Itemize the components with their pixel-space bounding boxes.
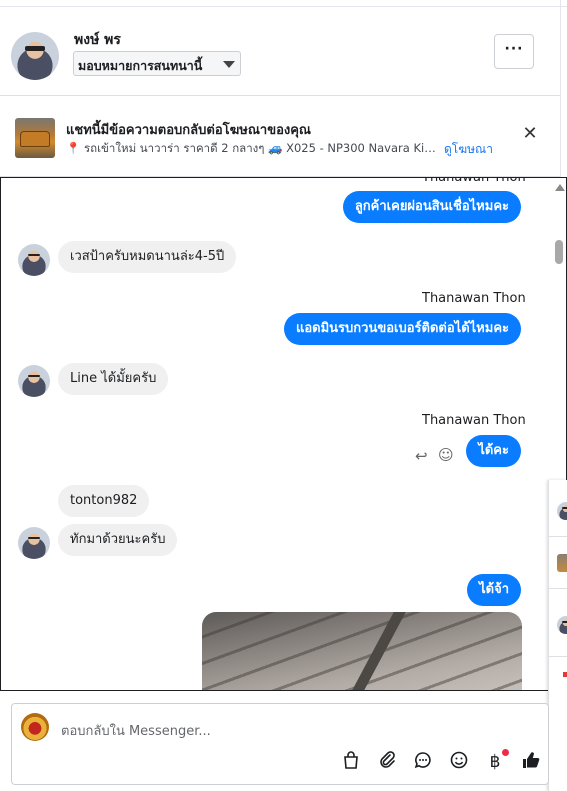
close-icon[interactable]: ✕ [520,124,540,144]
reply-icon[interactable]: ↩ [415,447,428,465]
message-bubble-outgoing[interactable]: แอดมินรบกวนขอเบอร์ติดต่อได้ไหมคะ [283,313,521,345]
divider [549,536,567,537]
thumbs-up-icon[interactable] [520,751,542,773]
message-bubble-incoming[interactable]: tonton982 [58,485,150,517]
conversation-header: พงษ์ พร มอบหมายการสนทนานี้ ··· [0,8,560,96]
photo-attachment[interactable] [202,612,522,690]
message-bubble-incoming[interactable]: ทักมาด้วยนะครับ [58,524,178,556]
sender-name: Thanawan Thon [422,291,526,306]
smiley-icon[interactable]: ☺ [438,446,454,464]
bag-icon[interactable] [340,751,362,773]
contact-avatar [18,527,50,559]
message-bubble-outgoing[interactable]: ได้จ้า [467,574,521,606]
message-composer: ตอบกลับใน Messenger... ฿ [11,703,549,785]
sender-name: Thanawan Thon [422,413,526,428]
divider [549,588,567,589]
scrollbar-thumb[interactable] [555,240,563,264]
scroll-up-arrow-icon[interactable] [555,184,565,191]
alert-marker-icon [563,672,567,677]
side-chat-panel [548,480,567,791]
chat-bubble-icon[interactable] [412,751,434,773]
assign-conversation-dropdown[interactable]: มอบหมายการสนทนานี้ [73,51,241,76]
ad-thumbnail[interactable] [557,554,567,572]
contact-avatar[interactable] [557,616,567,634]
ad-description-text: รถเข้าใหม่ นาวาร่า ราคาดี 2 กลางๆ 🚙 X025… [83,141,440,155]
ad-description: 📍 รถเข้าใหม่ นาวาร่า ราคาดี 2 กลางๆ 🚙 X0… [66,140,440,158]
contact-name[interactable]: พงษ์ พร [74,29,121,51]
paperclip-icon[interactable] [376,751,398,773]
message-bubble-outgoing[interactable]: ได้คะ [466,435,521,467]
message-bubble-incoming[interactable]: เวสป้าครับหมดนานล่ะ4-5ปี [58,241,237,273]
contact-avatar [18,365,50,397]
ad-banner-title: แชทนี้มีข้อความตอบกลับต่อโฆษณาของคุณ [66,123,311,138]
message-thread[interactable]: Thanawan Thon ลูกค้าเคยผ่อนสินเชื่อไหมคะ… [0,177,567,691]
top-divider [0,6,567,7]
more-options-button[interactable]: ··· [494,34,534,69]
notification-dot [502,749,509,756]
ad-reply-banner: แชทนี้มีข้อความตอบกลับต่อโฆษณาของคุณ 📍 ร… [0,97,560,177]
reply-input[interactable]: ตอบกลับใน Messenger... [61,720,211,741]
contact-avatar[interactable] [11,32,59,80]
sender-name: Thanawan Thon [422,177,526,185]
emoji-icon[interactable] [448,751,470,773]
page-avatar [21,713,49,741]
view-ad-link[interactable]: ดูโฆษณา [444,140,493,159]
message-bubble-outgoing[interactable]: ลูกค้าเคยผ่อนสินเชื่อไหมคะ [342,191,521,223]
divider [549,656,567,657]
location-pin-icon: 📍 [66,141,81,155]
caret-down-icon [223,61,235,68]
message-bubble-incoming[interactable]: Line ได้มั้ยครับ [58,363,169,395]
contact-avatar [18,244,50,276]
assign-label: มอบหมายการสนทนานี้ [78,58,203,73]
contact-avatar[interactable] [557,502,567,520]
ad-thumbnail[interactable] [15,118,55,158]
